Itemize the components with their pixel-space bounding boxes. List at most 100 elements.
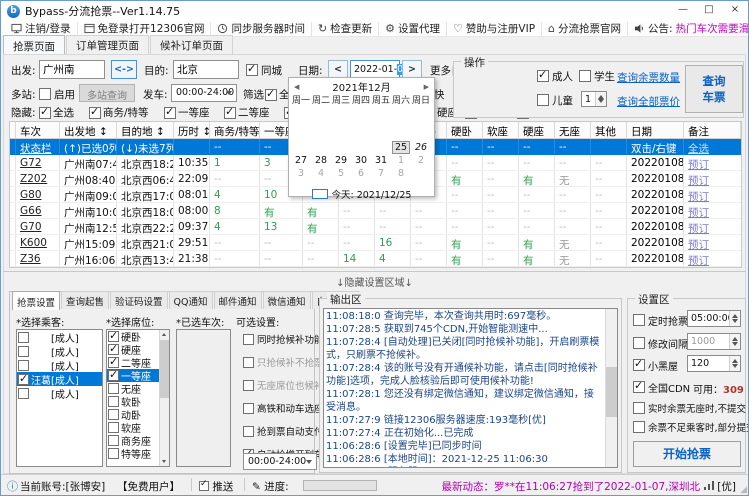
col-business[interactable]: 商务/特等 [210,122,260,138]
interval-checkbox[interactable]: 修改间隔 [633,336,688,350]
passenger-item[interactable]: [成人] [17,386,102,400]
timed-grab-stepper[interactable]: 05:00:00 [687,310,741,327]
calendar-day[interactable]: 31 [371,155,391,168]
train-link[interactable]: G72 [16,155,60,170]
calendar-day[interactable]: 28 [311,155,331,168]
from-input[interactable] [39,60,105,79]
table-row[interactable]: K600 广州15:09 北京西21:00 29:51 -- -- -- -- … [10,235,741,251]
passenger-item[interactable]: [成人] [17,344,102,358]
option-checkbox[interactable]: 抢到票自动支付 [243,424,323,438]
col-other[interactable]: 其他 [591,122,627,138]
menu-vip[interactable]: ♡ 赞助与注册VIP [447,22,542,36]
table-row[interactable]: G66 广州南10:00 北京西18:00 08:00 8 有 有 -- -- … [10,203,741,219]
train-link[interactable]: Z36 [16,251,60,266]
calendar-day[interactable]: 2 [411,155,431,168]
col-remark[interactable]: 备注 [684,122,741,138]
settings-tab[interactable]: 邮件通知 [214,291,262,309]
scroll-up-icon[interactable] [160,330,169,339]
student-checkbox[interactable]: 学生 [579,69,615,83]
option-checkbox[interactable]: 只抢候补不抢票 [243,355,323,369]
push-toggle[interactable]: 推送 [199,479,233,494]
train-link[interactable]: Z202 [16,171,60,186]
book-link[interactable]: 预订 [688,191,709,202]
col-train[interactable]: 车次 [16,122,60,138]
settings-tab[interactable]: QQ通知 [169,291,213,309]
menu-check-update[interactable]: ↻ 检查更新 [312,22,379,36]
child-count-stepper[interactable]: 1 [581,91,607,107]
book-link[interactable]: 预订 [688,159,709,170]
col-duration[interactable]: 历时 ↕ [174,122,210,138]
to-input[interactable] [173,60,239,79]
calendar-day[interactable] [411,168,431,181]
calendar-month-title[interactable]: 2021年12月 [299,79,423,94]
seat-hide-checkbox[interactable]: 全选 [39,105,74,120]
train-link[interactable]: 状态栏 [16,139,60,154]
menu-open-12306[interactable]: 免登录打开12306官网 [78,22,212,36]
table-row[interactable]: Z36 广州16:06 北京西13:44 21:38 -- -- -- 14 4… [10,251,741,267]
calendar-day[interactable] [291,142,311,155]
menu-official-site[interactable]: ⌂ 分流抢票官网 [542,22,628,36]
scroll-down-icon[interactable] [160,457,169,466]
train-link[interactable]: K600 [16,235,60,250]
calendar-day[interactable]: 3 [291,168,311,181]
tab-grab-page[interactable]: 抢票页面 [3,35,65,55]
cdn-checkbox[interactable]: 全国CDN [633,380,690,394]
book-link[interactable]: 全选 [688,143,709,154]
passenger-item[interactable]: [成人] [17,358,102,372]
calendar-day[interactable]: 27 [291,155,311,168]
menu-sync-time[interactable]: 同步服务器时间 [211,22,312,36]
table-row[interactable]: G70 广州南12:50 北京西22:27 09:37 4 13 有 -- --… [10,219,741,235]
settings-tab[interactable]: 微信通知 [263,291,311,309]
calendar-next-icon[interactable]: ▶ [424,83,429,91]
settings-tab[interactable]: 抢票设置 [12,291,60,310]
seat-hide-checkbox[interactable]: 一等座 [164,105,210,120]
col-from[interactable]: 出发地 ↕ [60,122,117,138]
query-tickets-button[interactable]: 查询车票 [685,65,743,113]
output-scrollbar[interactable] [605,309,617,467]
start-grab-button[interactable]: 开始抢票 [633,441,741,467]
settings-tab[interactable]: 查询起售 [61,291,109,309]
col-soft-seat[interactable]: 软座 [483,122,519,138]
book-link[interactable]: 预订 [688,255,709,266]
calendar-day[interactable]: 7 [371,168,391,181]
maximize-button[interactable]: □ [696,1,722,21]
option-checkbox[interactable]: 同时抢候补功能 [243,332,323,346]
col-date[interactable]: 日期 [627,122,684,138]
query-remaining-link[interactable]: 查询余票数量 [617,70,680,85]
train-link[interactable]: G80 [16,187,60,202]
menu-logout[interactable]: 注销/登录 [5,22,78,36]
tab-waitlist-page[interactable]: 候补订单页面 [150,35,233,54]
same-city-checkbox[interactable]: 同城 [246,63,282,77]
calendar-day[interactable]: 29 [331,155,351,168]
blackroom-stepper[interactable]: 120 [687,355,741,372]
option-checkbox[interactable]: 高铁和动车选座 [243,401,323,415]
passenger-item[interactable]: 汪葛[成人] [17,372,102,386]
tab-order-page[interactable]: 订单管理页面 [66,35,149,54]
col-hard-sleeper[interactable]: 硬卧 [447,122,483,138]
calendar-day[interactable] [371,142,391,155]
child-checkbox[interactable]: 儿童 [537,93,573,107]
calendar-day[interactable]: 8 [391,168,411,181]
col-to[interactable]: 目的地 ↕ [117,122,174,138]
passenger-item[interactable]: [成人] [17,330,102,344]
calendar-day[interactable]: 30 [351,155,371,168]
train-link[interactable]: G70 [16,219,60,234]
calendar-day[interactable]: 1 [391,155,411,168]
calendar-day[interactable]: 5 [331,168,351,181]
calendar-day[interactable] [311,142,331,155]
option-checkbox[interactable]: 无座席位也候补 [243,378,323,392]
seat-hide-checkbox[interactable]: 二等座 [224,105,270,120]
query-prices-link[interactable]: 查询全部票价 [617,94,680,109]
selected-trains-list[interactable] [176,329,231,467]
timed-grab-checkbox[interactable]: 定时抢票 [633,313,688,327]
swap-stations-button[interactable]: <-> [111,60,137,79]
no-seat-skip-checkbox[interactable]: 实时余票无座时,不提交 [633,401,746,415]
grab-time-range-select[interactable]: 00:00-24:00 [243,453,317,470]
adult-checkbox[interactable]: 成人 [537,69,573,83]
calendar-day[interactable]: 4 [311,168,331,181]
blackroom-checkbox[interactable]: 小黑屋 [633,358,678,372]
close-button[interactable]: × [722,1,748,21]
book-link[interactable]: 预订 [688,239,709,250]
calendar-day[interactable]: 6 [351,168,371,181]
calendar-day[interactable]: 25 [391,142,411,155]
